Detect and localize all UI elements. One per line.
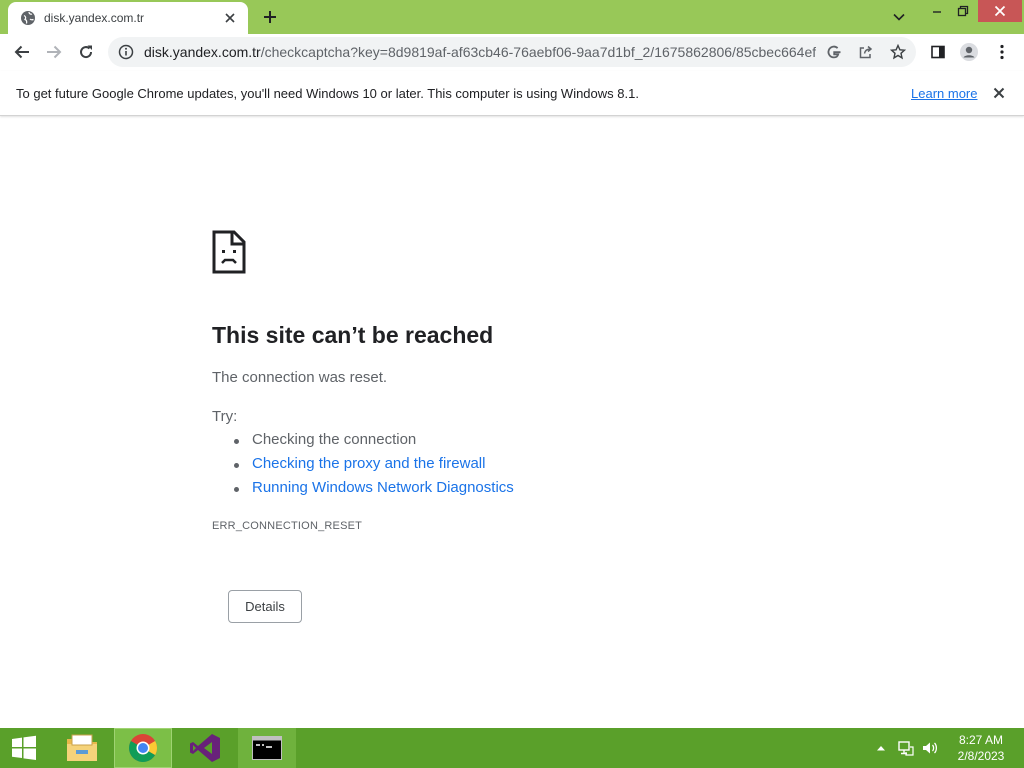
browser-toolbar: disk.yandex.com.tr/checkcaptcha?key=8d98… (0, 34, 1024, 70)
tab-strip: disk.yandex.com.tr (0, 0, 1024, 34)
url-host: disk.yandex.com.tr (144, 44, 261, 60)
address-bar[interactable]: disk.yandex.com.tr/checkcaptcha?key=8d98… (108, 37, 916, 67)
details-button[interactable]: Details (228, 590, 302, 623)
suggestion-check-connection: Checking the connection (252, 431, 417, 448)
google-translate-icon[interactable] (822, 40, 846, 64)
windows-start-icon[interactable] (0, 728, 48, 768)
suggestion-proxy-firewall-link[interactable]: Checking the proxy and the firewall (252, 455, 485, 472)
sad-page-icon (212, 230, 246, 274)
site-info-icon[interactable] (118, 44, 134, 60)
infobar-close-icon[interactable] (990, 84, 1008, 102)
suggestion-item: Checking the connection (232, 431, 514, 455)
system-clock[interactable]: 8:27 AM 2/8/2023 (946, 732, 1016, 764)
error-subtitle: The connection was reset. (212, 369, 388, 386)
profile-avatar-icon[interactable] (955, 38, 983, 66)
tab-search-chevron-icon[interactable] (886, 6, 912, 28)
restore-window-icon[interactable] (950, 0, 976, 22)
tab-close-icon[interactable] (222, 10, 238, 26)
windows-taskbar: 8:27 AM 2/8/2023 (0, 728, 1024, 768)
share-icon[interactable] (854, 40, 878, 64)
clock-date: 2/8/2023 (957, 749, 1005, 763)
suggestion-item[interactable]: Checking the proxy and the firewall (232, 455, 514, 479)
clock-time: 8:27 AM (958, 733, 1004, 747)
learn-more-link[interactable]: Learn more (911, 86, 977, 101)
side-panel-icon[interactable] (924, 38, 952, 66)
network-icon[interactable] (896, 728, 916, 768)
reload-icon[interactable] (72, 38, 100, 66)
show-hidden-icons-arrow[interactable] (874, 728, 888, 768)
suggestion-list: Checking the connection Checking the pro… (232, 431, 514, 503)
command-prompt-icon[interactable] (238, 728, 296, 768)
forward-arrow-icon[interactable] (40, 38, 68, 66)
suggestion-network-diagnostics-link[interactable]: Running Windows Network Diagnostics (252, 479, 514, 496)
tab-title: disk.yandex.com.tr (44, 11, 145, 25)
error-title: This site can’t be reached (212, 322, 494, 348)
volume-icon[interactable] (920, 728, 940, 768)
close-window-icon[interactable] (978, 0, 1022, 22)
file-explorer-icon[interactable] (56, 728, 108, 768)
chrome-icon[interactable] (114, 728, 172, 768)
infobar-message: To get future Google Chrome updates, you… (16, 86, 639, 101)
more-menu-icon[interactable] (988, 38, 1016, 66)
browser-tab-active[interactable]: disk.yandex.com.tr (8, 2, 248, 34)
error-code: ERR_CONNECTION_RESET (212, 520, 363, 532)
globe-icon (20, 10, 36, 26)
visual-studio-icon[interactable] (178, 728, 232, 768)
url-path: /checkcaptcha?key=8d9819af-af63cb46-76ae… (260, 44, 816, 60)
suggestion-item[interactable]: Running Windows Network Diagnostics (232, 479, 514, 503)
update-infobar: To get future Google Chrome updates, you… (0, 71, 1024, 116)
minimize-window-icon[interactable] (922, 0, 952, 22)
new-tab-button[interactable] (256, 6, 284, 28)
try-label: Try: (212, 408, 238, 425)
url-text[interactable]: disk.yandex.com.tr/checkcaptcha?key=8d98… (144, 44, 816, 60)
back-arrow-icon[interactable] (8, 38, 36, 66)
bookmark-star-icon[interactable] (886, 40, 910, 64)
